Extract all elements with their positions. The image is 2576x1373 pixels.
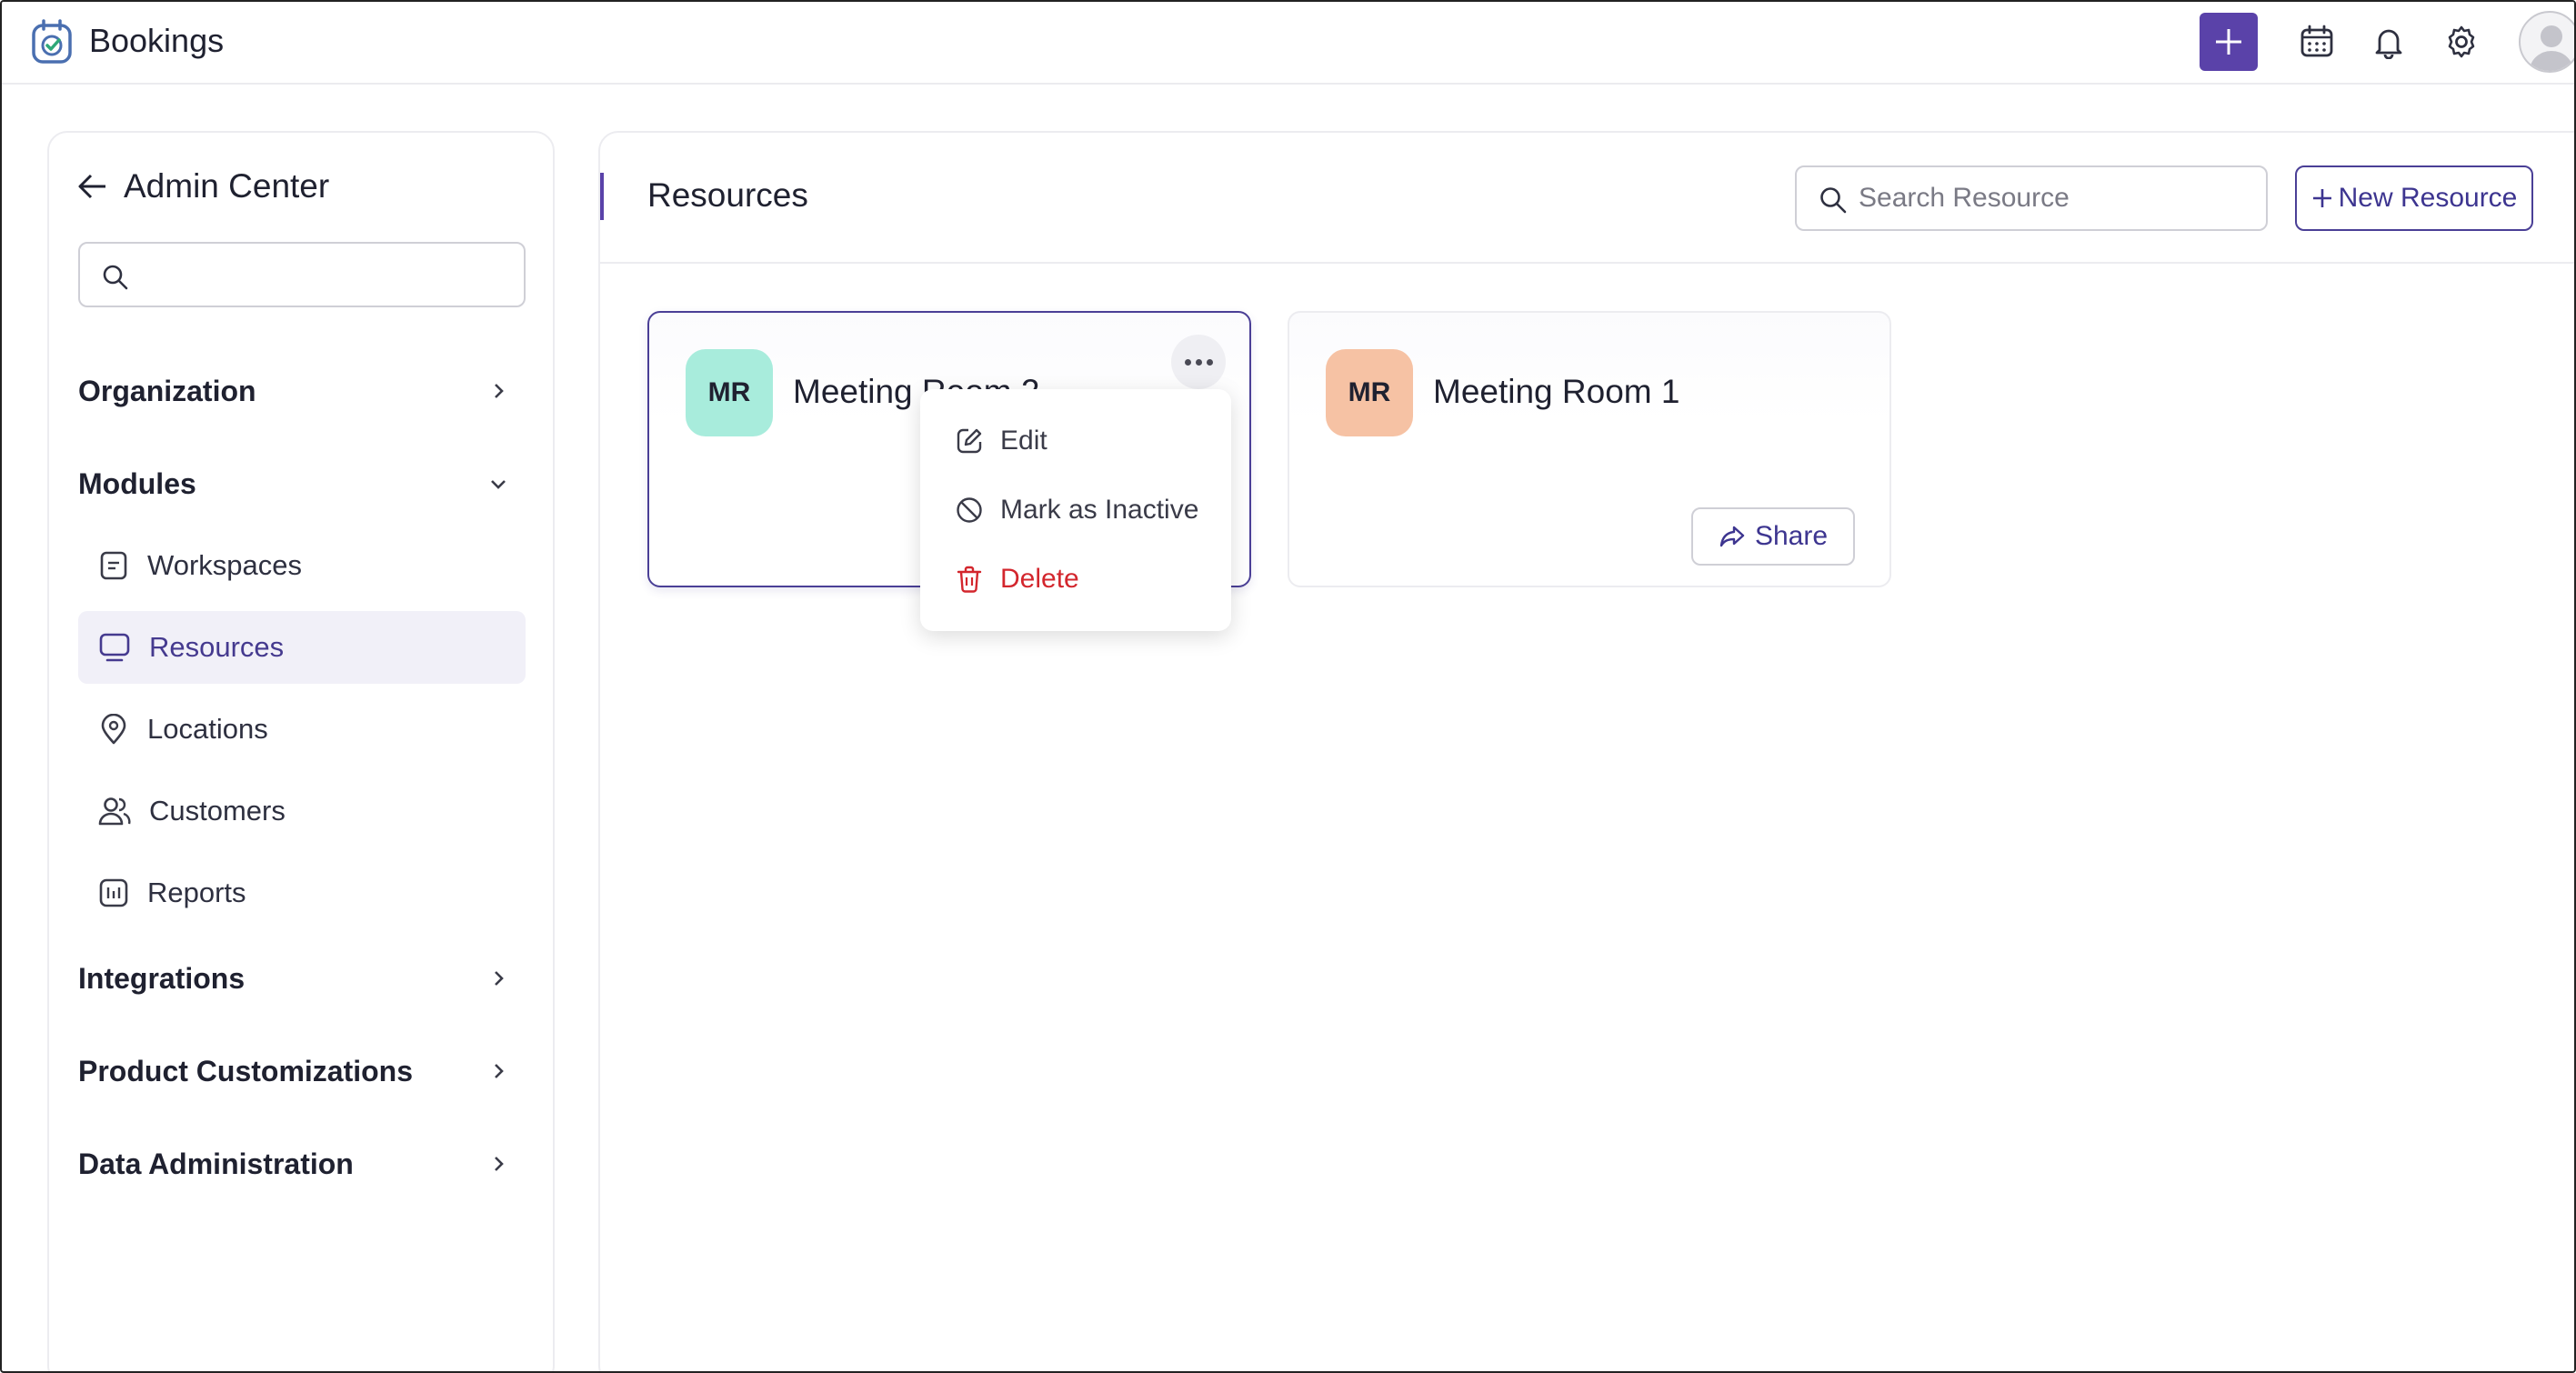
search-icon [1820, 187, 1847, 214]
calendar-icon [2300, 25, 2333, 57]
menu-item-label: Mark as Inactive [1000, 495, 1199, 525]
back-to-admin-center[interactable]: Admin Center [76, 167, 329, 205]
trash-icon [957, 566, 982, 593]
section-label: Product Customizations [78, 1054, 414, 1087]
location-pin-icon [101, 714, 126, 745]
resource-card[interactable]: MR Meeting Room 1 Share [1288, 311, 1891, 587]
block-icon [957, 497, 982, 523]
resource-name: Meeting Room 1 [1433, 373, 1680, 410]
share-button[interactable]: Share [1691, 507, 1855, 566]
chevron-down-icon [491, 480, 506, 489]
sidebar-item-label: Customers [149, 795, 286, 827]
reports-icon [99, 878, 128, 907]
notifications-button[interactable] [2371, 24, 2407, 60]
more-options-button[interactable] [1171, 335, 1226, 389]
user-avatar[interactable] [2519, 11, 2574, 73]
sidebar-item-locations[interactable]: Locations [78, 693, 526, 766]
users-icon [98, 797, 131, 826]
sidebar-item-customers[interactable]: Customers [78, 775, 526, 847]
menu-item-label: Edit [1000, 426, 1047, 456]
resource-initials-badge: MR [1326, 349, 1413, 436]
chevron-right-icon [495, 1157, 504, 1171]
document-icon [100, 551, 127, 580]
resource-context-menu: Edit Mark as Inactive Delete [920, 389, 1231, 631]
section-label: Data Administration [78, 1147, 354, 1180]
sidebar-search-input[interactable] [78, 242, 526, 307]
page-title: Resources [647, 176, 808, 214]
share-label: Share [1754, 521, 1829, 551]
admin-center-title: Admin Center [124, 167, 330, 205]
chevron-right-icon [495, 1064, 504, 1078]
top-bar: Bookings [2, 2, 2574, 85]
resource-initials-badge: MR [686, 349, 773, 436]
app-window: Bookings Admin Center Organization Modul… [0, 0, 2576, 1373]
resource-search[interactable] [1795, 165, 2268, 231]
plus-icon [2312, 189, 2331, 207]
menu-item-delete[interactable]: Delete [955, 556, 1079, 602]
section-product-customizations[interactable]: Product Customizations [78, 1044, 526, 1098]
edit-icon [957, 428, 982, 454]
sidebar-item-resources[interactable]: Resources [78, 611, 526, 684]
share-icon [1719, 526, 1745, 547]
sidebar-item-label: Reports [147, 877, 246, 908]
new-resource-button[interactable]: New Resource [2295, 165, 2533, 231]
section-label: Integrations [78, 961, 246, 995]
resources-panel: Resources New Resource MR Meeting Room 2 [598, 131, 2574, 1371]
section-modules[interactable]: Modules [78, 456, 526, 511]
bell-icon [2375, 29, 2402, 59]
app-title: Bookings [89, 22, 225, 59]
calendar-button[interactable] [2299, 24, 2335, 60]
menu-item-mark-inactive[interactable]: Mark as Inactive [955, 487, 1198, 533]
monitor-icon [99, 633, 130, 662]
settings-button[interactable] [2443, 24, 2480, 60]
sidebar-item-label: Locations [147, 713, 268, 745]
title-accent-bar [600, 173, 604, 220]
new-resource-label: New Resource [2338, 183, 2518, 213]
section-label: Organization [78, 374, 256, 407]
dot [1206, 358, 1213, 366]
resource-search-input[interactable] [1859, 180, 2250, 216]
chevron-right-icon [495, 384, 504, 398]
section-integrations[interactable]: Integrations [78, 951, 526, 1006]
resources-header: Resources New Resource [600, 133, 2574, 264]
section-label: Modules [78, 466, 196, 500]
chevron-right-icon [495, 971, 504, 986]
dot [1195, 358, 1202, 366]
avatar-icon [2530, 25, 2573, 71]
bookings-logo-icon [32, 19, 72, 64]
plus-icon [2216, 29, 2241, 55]
dot [1184, 358, 1191, 366]
admin-sidebar: Admin Center Organization Modules Worksp… [47, 131, 555, 1371]
sidebar-item-workspaces[interactable]: Workspaces [78, 529, 526, 602]
arrow-left-icon [78, 174, 105, 199]
section-data-administration[interactable]: Data Administration [78, 1137, 526, 1191]
section-organization[interactable]: Organization [78, 364, 526, 418]
menu-item-edit[interactable]: Edit [955, 418, 1047, 464]
quick-add-button[interactable] [2200, 13, 2258, 71]
sidebar-item-label: Resources [149, 631, 285, 663]
search-icon [103, 265, 128, 290]
sidebar-item-reports[interactable]: Reports [78, 857, 526, 929]
sidebar-item-label: Workspaces [147, 549, 302, 581]
menu-item-label: Delete [1000, 564, 1079, 594]
gear-icon [2448, 25, 2475, 58]
